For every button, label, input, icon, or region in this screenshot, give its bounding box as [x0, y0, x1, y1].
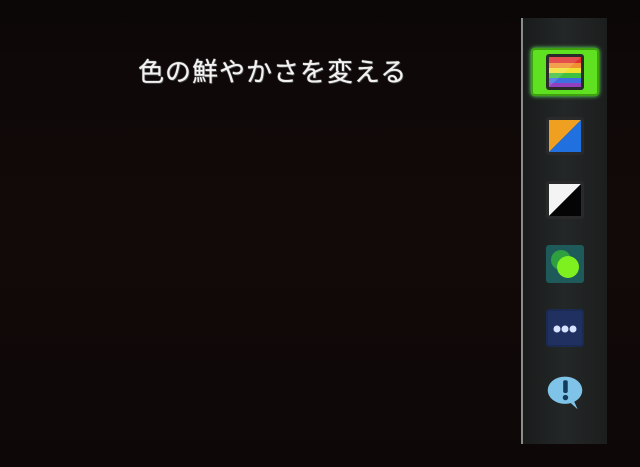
color-tone-icon	[546, 117, 584, 155]
page-title: 色の鮮やかさを変える	[138, 58, 408, 88]
color-circles-icon	[546, 245, 584, 283]
more-options-button[interactable]	[545, 308, 585, 348]
help-button[interactable]	[545, 373, 585, 413]
color-vividness-icon	[546, 54, 584, 90]
color-vividness-button[interactable]	[531, 48, 599, 96]
color-tone-button[interactable]	[545, 116, 585, 156]
color-circles-button[interactable]	[545, 244, 585, 284]
screen: 色の鮮やかさを変える	[0, 0, 640, 467]
side-menu	[521, 18, 607, 444]
more-options-icon	[546, 309, 584, 347]
contrast-icon	[546, 181, 584, 219]
help-info-icon	[547, 376, 583, 410]
contrast-button[interactable]	[545, 180, 585, 220]
